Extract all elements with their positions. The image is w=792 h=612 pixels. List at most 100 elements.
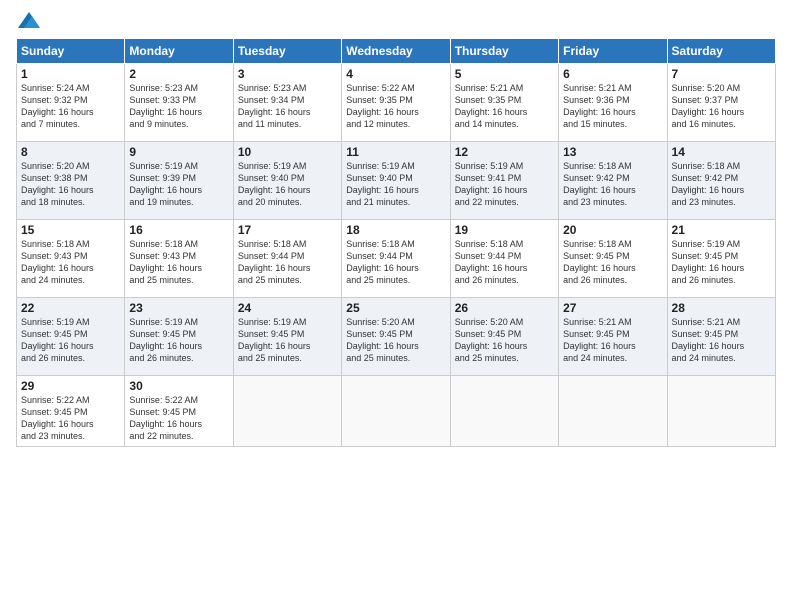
day-number: 19 (455, 223, 554, 237)
weekday-header-tuesday: Tuesday (233, 39, 341, 64)
day-info: Sunrise: 5:19 AMSunset: 9:45 PMDaylight:… (672, 238, 771, 287)
day-info: Sunrise: 5:18 AMSunset: 9:42 PMDaylight:… (563, 160, 662, 209)
header (16, 12, 776, 30)
calendar-cell: 8Sunrise: 5:20 AMSunset: 9:38 PMDaylight… (17, 142, 125, 220)
day-number: 24 (238, 301, 337, 315)
calendar-cell: 6Sunrise: 5:21 AMSunset: 9:36 PMDaylight… (559, 64, 667, 142)
day-number: 6 (563, 67, 662, 81)
day-number: 7 (672, 67, 771, 81)
day-info: Sunrise: 5:18 AMSunset: 9:44 PMDaylight:… (238, 238, 337, 287)
logo-line (16, 12, 40, 30)
day-number: 2 (129, 67, 228, 81)
calendar-cell: 24Sunrise: 5:19 AMSunset: 9:45 PMDayligh… (233, 298, 341, 376)
calendar-cell: 22Sunrise: 5:19 AMSunset: 9:45 PMDayligh… (17, 298, 125, 376)
day-info: Sunrise: 5:21 AMSunset: 9:45 PMDaylight:… (563, 316, 662, 365)
day-number: 25 (346, 301, 445, 315)
week-row-5: 29Sunrise: 5:22 AMSunset: 9:45 PMDayligh… (17, 376, 776, 447)
calendar-cell: 15Sunrise: 5:18 AMSunset: 9:43 PMDayligh… (17, 220, 125, 298)
day-number: 20 (563, 223, 662, 237)
day-number: 23 (129, 301, 228, 315)
day-number: 21 (672, 223, 771, 237)
calendar: SundayMondayTuesdayWednesdayThursdayFrid… (16, 38, 776, 447)
day-number: 4 (346, 67, 445, 81)
calendar-cell: 28Sunrise: 5:21 AMSunset: 9:45 PMDayligh… (667, 298, 775, 376)
calendar-cell (450, 376, 558, 447)
calendar-cell: 18Sunrise: 5:18 AMSunset: 9:44 PMDayligh… (342, 220, 450, 298)
day-info: Sunrise: 5:22 AMSunset: 9:45 PMDaylight:… (21, 394, 120, 443)
calendar-cell (342, 376, 450, 447)
calendar-cell: 14Sunrise: 5:18 AMSunset: 9:42 PMDayligh… (667, 142, 775, 220)
logo (16, 12, 40, 30)
day-info: Sunrise: 5:21 AMSunset: 9:35 PMDaylight:… (455, 82, 554, 131)
calendar-cell: 7Sunrise: 5:20 AMSunset: 9:37 PMDaylight… (667, 64, 775, 142)
day-info: Sunrise: 5:22 AMSunset: 9:35 PMDaylight:… (346, 82, 445, 131)
calendar-cell: 19Sunrise: 5:18 AMSunset: 9:44 PMDayligh… (450, 220, 558, 298)
day-number: 9 (129, 145, 228, 159)
week-row-2: 8Sunrise: 5:20 AMSunset: 9:38 PMDaylight… (17, 142, 776, 220)
day-info: Sunrise: 5:18 AMSunset: 9:43 PMDaylight:… (21, 238, 120, 287)
calendar-cell: 4Sunrise: 5:22 AMSunset: 9:35 PMDaylight… (342, 64, 450, 142)
weekday-header-wednesday: Wednesday (342, 39, 450, 64)
calendar-cell: 5Sunrise: 5:21 AMSunset: 9:35 PMDaylight… (450, 64, 558, 142)
calendar-cell: 10Sunrise: 5:19 AMSunset: 9:40 PMDayligh… (233, 142, 341, 220)
calendar-cell: 11Sunrise: 5:19 AMSunset: 9:40 PMDayligh… (342, 142, 450, 220)
day-number: 3 (238, 67, 337, 81)
day-number: 30 (129, 379, 228, 393)
day-info: Sunrise: 5:23 AMSunset: 9:34 PMDaylight:… (238, 82, 337, 131)
logo-text (16, 12, 40, 30)
week-row-4: 22Sunrise: 5:19 AMSunset: 9:45 PMDayligh… (17, 298, 776, 376)
day-info: Sunrise: 5:18 AMSunset: 9:42 PMDaylight:… (672, 160, 771, 209)
day-number: 13 (563, 145, 662, 159)
day-info: Sunrise: 5:21 AMSunset: 9:45 PMDaylight:… (672, 316, 771, 365)
weekday-header-friday: Friday (559, 39, 667, 64)
page: SundayMondayTuesdayWednesdayThursdayFrid… (0, 0, 792, 612)
day-info: Sunrise: 5:20 AMSunset: 9:45 PMDaylight:… (346, 316, 445, 365)
day-number: 1 (21, 67, 120, 81)
day-number: 29 (21, 379, 120, 393)
calendar-cell: 1Sunrise: 5:24 AMSunset: 9:32 PMDaylight… (17, 64, 125, 142)
day-number: 8 (21, 145, 120, 159)
calendar-cell: 27Sunrise: 5:21 AMSunset: 9:45 PMDayligh… (559, 298, 667, 376)
calendar-cell: 3Sunrise: 5:23 AMSunset: 9:34 PMDaylight… (233, 64, 341, 142)
day-info: Sunrise: 5:20 AMSunset: 9:38 PMDaylight:… (21, 160, 120, 209)
weekday-header-thursday: Thursday (450, 39, 558, 64)
weekday-header-monday: Monday (125, 39, 233, 64)
day-info: Sunrise: 5:18 AMSunset: 9:45 PMDaylight:… (563, 238, 662, 287)
day-info: Sunrise: 5:18 AMSunset: 9:44 PMDaylight:… (455, 238, 554, 287)
week-row-3: 15Sunrise: 5:18 AMSunset: 9:43 PMDayligh… (17, 220, 776, 298)
day-info: Sunrise: 5:19 AMSunset: 9:41 PMDaylight:… (455, 160, 554, 209)
day-number: 5 (455, 67, 554, 81)
day-info: Sunrise: 5:19 AMSunset: 9:39 PMDaylight:… (129, 160, 228, 209)
day-info: Sunrise: 5:21 AMSunset: 9:36 PMDaylight:… (563, 82, 662, 131)
calendar-cell: 26Sunrise: 5:20 AMSunset: 9:45 PMDayligh… (450, 298, 558, 376)
day-info: Sunrise: 5:19 AMSunset: 9:40 PMDaylight:… (346, 160, 445, 209)
day-number: 28 (672, 301, 771, 315)
day-number: 17 (238, 223, 337, 237)
day-info: Sunrise: 5:24 AMSunset: 9:32 PMDaylight:… (21, 82, 120, 131)
calendar-cell: 12Sunrise: 5:19 AMSunset: 9:41 PMDayligh… (450, 142, 558, 220)
weekday-header-sunday: Sunday (17, 39, 125, 64)
day-info: Sunrise: 5:18 AMSunset: 9:43 PMDaylight:… (129, 238, 228, 287)
day-info: Sunrise: 5:23 AMSunset: 9:33 PMDaylight:… (129, 82, 228, 131)
calendar-cell: 2Sunrise: 5:23 AMSunset: 9:33 PMDaylight… (125, 64, 233, 142)
calendar-cell (233, 376, 341, 447)
day-number: 12 (455, 145, 554, 159)
calendar-cell: 13Sunrise: 5:18 AMSunset: 9:42 PMDayligh… (559, 142, 667, 220)
week-row-1: 1Sunrise: 5:24 AMSunset: 9:32 PMDaylight… (17, 64, 776, 142)
day-number: 14 (672, 145, 771, 159)
calendar-cell: 20Sunrise: 5:18 AMSunset: 9:45 PMDayligh… (559, 220, 667, 298)
day-info: Sunrise: 5:22 AMSunset: 9:45 PMDaylight:… (129, 394, 228, 443)
day-info: Sunrise: 5:20 AMSunset: 9:45 PMDaylight:… (455, 316, 554, 365)
calendar-cell: 17Sunrise: 5:18 AMSunset: 9:44 PMDayligh… (233, 220, 341, 298)
day-info: Sunrise: 5:19 AMSunset: 9:45 PMDaylight:… (21, 316, 120, 365)
day-info: Sunrise: 5:19 AMSunset: 9:45 PMDaylight:… (238, 316, 337, 365)
day-info: Sunrise: 5:18 AMSunset: 9:44 PMDaylight:… (346, 238, 445, 287)
calendar-cell: 25Sunrise: 5:20 AMSunset: 9:45 PMDayligh… (342, 298, 450, 376)
calendar-cell (667, 376, 775, 447)
day-info: Sunrise: 5:19 AMSunset: 9:45 PMDaylight:… (129, 316, 228, 365)
calendar-cell: 16Sunrise: 5:18 AMSunset: 9:43 PMDayligh… (125, 220, 233, 298)
day-info: Sunrise: 5:19 AMSunset: 9:40 PMDaylight:… (238, 160, 337, 209)
calendar-cell: 9Sunrise: 5:19 AMSunset: 9:39 PMDaylight… (125, 142, 233, 220)
logo-icon (18, 10, 40, 30)
weekday-header-row: SundayMondayTuesdayWednesdayThursdayFrid… (17, 39, 776, 64)
